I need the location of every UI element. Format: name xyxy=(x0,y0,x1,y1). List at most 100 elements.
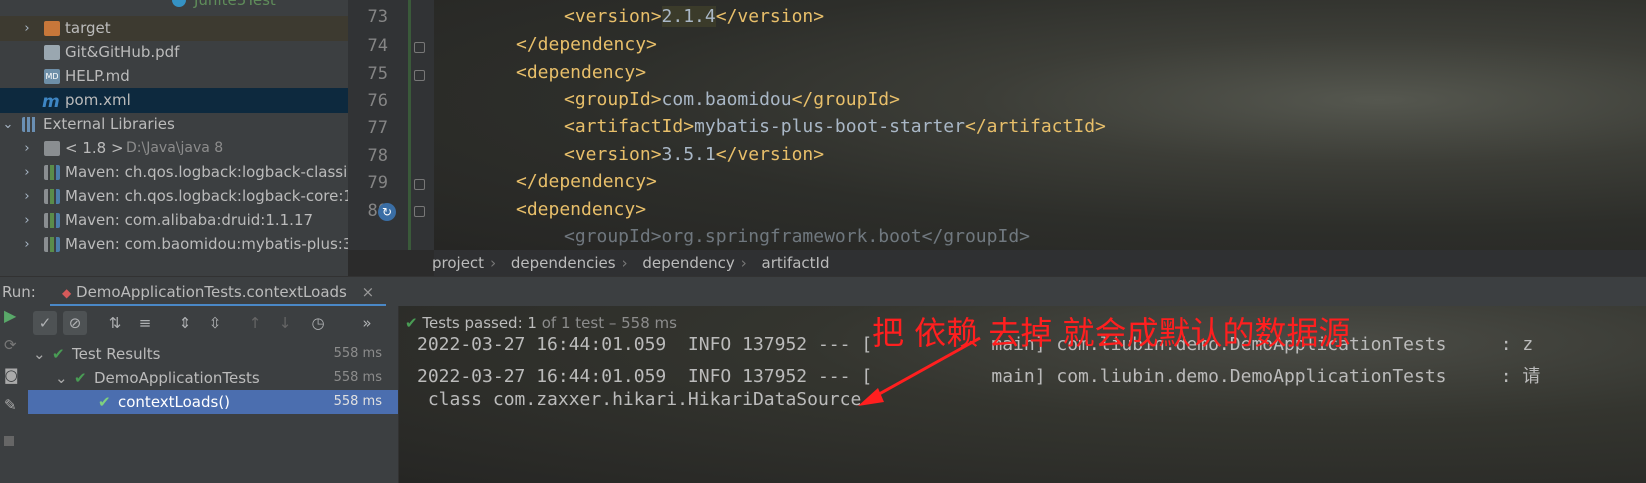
tree-item-lib[interactable]: › Maven: ch.qos.logback:logback-classic xyxy=(0,160,348,185)
jdk-folder-icon xyxy=(44,141,60,156)
sort-duration-icon[interactable]: ≡ xyxy=(133,311,157,335)
tree-item-label: Git&GitHub.pdf xyxy=(65,43,180,61)
line-number: 75 xyxy=(367,64,388,84)
code-line: <groupId>com.baomidou</groupId> xyxy=(564,89,900,110)
breadcrumb-separator: › xyxy=(740,254,747,272)
camera-icon[interactable]: ◙ xyxy=(4,366,19,384)
chevron-down-icon[interactable]: ⌄ xyxy=(33,342,46,366)
code-line: <version>3.5.1</version> xyxy=(564,144,825,165)
chevron-down-icon[interactable]: ⌄ xyxy=(1,112,15,137)
test-class-node[interactable]: ⌄ ✔ DemoApplicationTests 558 ms xyxy=(28,366,398,390)
check-icon: ✔ xyxy=(52,345,65,363)
tree-item-pom[interactable]: m pom.xml xyxy=(0,88,348,113)
override-gutter-icon[interactable]: ↻ xyxy=(378,203,396,221)
breadcrumb-item[interactable]: project xyxy=(432,254,484,272)
tree-item-label: Maven: ch.qos.logback:logback-core:1 xyxy=(65,187,348,205)
fold-icon[interactable] xyxy=(414,42,425,53)
run-tab[interactable]: ◆ DemoApplicationTests.contextLoads × xyxy=(50,277,387,307)
tree-item-lib[interactable]: › Maven: com.baomidou:mybatis-plus:3. xyxy=(0,232,348,257)
test-toolbar: ✓ ⊘ ⇅ ≡ ⇕ ⇳ ↑ ↓ ◷ » xyxy=(28,306,398,340)
tree-item-help[interactable]: MD HELP.md xyxy=(0,64,348,89)
collapse-all-icon[interactable]: ⇳ xyxy=(203,311,227,335)
tree-item-label: target xyxy=(65,19,111,37)
library-icon xyxy=(44,189,60,204)
debug-icon[interactable]: ⟳ xyxy=(4,336,17,354)
tree-item-lib[interactable]: › Maven: ch.qos.logback:logback-core:1 xyxy=(0,184,348,209)
library-icon xyxy=(44,213,60,228)
code-line: <version>2.1.4</version> xyxy=(564,6,825,27)
line-number: 77 xyxy=(367,118,388,138)
tree-item-label: Maven: com.alibaba:druid:1.1.17 xyxy=(65,211,314,229)
code-line: </dependency> xyxy=(516,34,657,55)
change-marker xyxy=(408,0,411,250)
test-results-root[interactable]: ⌄ ✔ Test Results 558 ms xyxy=(28,342,398,366)
check-icon: ✔ xyxy=(74,369,87,387)
status-text: Tests passed: xyxy=(422,314,523,332)
chevron-right-icon[interactable]: › xyxy=(20,136,34,161)
tree-item-lib[interactable]: › Maven: com.alibaba:druid:1.1.17 xyxy=(0,208,348,233)
test-duration: 558 ms xyxy=(333,370,382,385)
rerun-icon[interactable]: ▶ xyxy=(4,306,16,325)
test-node-label: contextLoads() xyxy=(118,393,231,411)
fold-icon[interactable] xyxy=(414,206,425,217)
library-icon xyxy=(44,237,60,252)
tree-item-partial[interactable]: Junite5Test xyxy=(0,0,348,10)
fold-icon[interactable] xyxy=(414,179,425,190)
tree-item-label: Maven: ch.qos.logback:logback-classic xyxy=(65,163,348,181)
expand-all-icon[interactable]: ⇕ xyxy=(173,311,197,335)
run-config-icon: ◆ xyxy=(62,286,72,300)
test-duration: 558 ms xyxy=(333,394,382,409)
tree-item-path: D:\Java\java 8 xyxy=(126,140,224,156)
breadcrumb-separator: › xyxy=(490,254,497,272)
tree-item-label: < 1.8 > xyxy=(65,139,124,157)
check-icon: ✔ xyxy=(98,393,111,411)
test-method-node[interactable]: ✔ contextLoads() 558 ms xyxy=(28,390,398,414)
wrench-icon[interactable]: ✎ xyxy=(4,396,17,414)
chevron-right-icon[interactable]: › xyxy=(20,16,34,41)
breadcrumb-separator: › xyxy=(621,254,628,272)
breadcrumb-item[interactable]: dependencies xyxy=(511,254,616,272)
library-icon xyxy=(44,165,60,180)
test-duration: 558 ms xyxy=(333,346,382,361)
code-line-partial: <groupId>org.springframework.boot</group… xyxy=(564,226,1030,247)
sort-alpha-icon[interactable]: ⇅ xyxy=(103,311,127,335)
tree-item-target[interactable]: › target xyxy=(0,16,348,41)
editor-gutter[interactable]: 73 74 75 76 77 78 79 80 ↻ xyxy=(348,0,434,250)
line-number: 74 xyxy=(367,36,388,56)
tree-item-label: pom.xml xyxy=(65,91,131,109)
tree-item-external-libraries[interactable]: ⌄ External Libraries xyxy=(0,112,348,137)
chevron-right-icon[interactable]: › xyxy=(20,184,34,209)
class-icon xyxy=(172,0,186,7)
breadcrumb: project › dependencies › dependency › artif… xyxy=(432,250,1646,276)
history-icon[interactable]: ◷ xyxy=(306,311,330,335)
test-results-tree: ⌄ ✔ Test Results 558 ms ⌄ ✔ DemoApplicat… xyxy=(28,340,398,483)
show-passed-icon[interactable]: ✓ xyxy=(33,311,57,335)
close-icon[interactable]: × xyxy=(362,283,375,301)
chevron-right-icon[interactable]: › xyxy=(20,160,34,185)
tree-item-label: Junite5Test xyxy=(194,0,276,9)
tree-item-label: External Libraries xyxy=(43,115,175,133)
breadcrumb-item[interactable]: artifactId xyxy=(762,254,830,272)
chevron-down-icon[interactable]: ⌄ xyxy=(55,366,68,390)
tree-item-jdk[interactable]: › < 1.8 > D:\Java\java 8 xyxy=(0,136,348,161)
breadcrumb-item[interactable]: dependency xyxy=(642,254,734,272)
chevron-right-icon[interactable]: › xyxy=(20,208,34,233)
console-line: class com.zaxxer.hikari.HikariDataSource xyxy=(417,389,862,410)
code-editor[interactable]: <version>2.1.4</version> </dependency> <… xyxy=(434,0,1646,250)
chevron-right-icon[interactable]: › xyxy=(20,232,34,257)
code-line: <artifactId>mybatis-plus-boot-starter</a… xyxy=(564,116,1106,137)
code-line: <dependency> xyxy=(516,62,647,83)
fold-icon[interactable] xyxy=(414,70,425,81)
more-icon[interactable]: » xyxy=(360,311,374,335)
tree-item-pdf[interactable]: Git&GitHub.pdf xyxy=(0,40,348,65)
next-icon[interactable]: ↓ xyxy=(273,311,297,335)
show-ignored-icon[interactable]: ⊘ xyxy=(63,311,87,335)
previous-icon[interactable]: ↑ xyxy=(243,311,267,335)
status-count: 1 xyxy=(527,314,537,332)
test-node-label: DemoApplicationTests xyxy=(94,369,260,387)
stop-icon[interactable] xyxy=(4,436,14,446)
run-toolwindow-header: Run: ◆ DemoApplicationTests.contextLoads… xyxy=(0,276,1646,307)
markdown-file-icon: MD xyxy=(44,69,60,84)
run-tab-label: DemoApplicationTests.contextLoads xyxy=(76,283,347,301)
line-number: 73 xyxy=(367,7,388,27)
